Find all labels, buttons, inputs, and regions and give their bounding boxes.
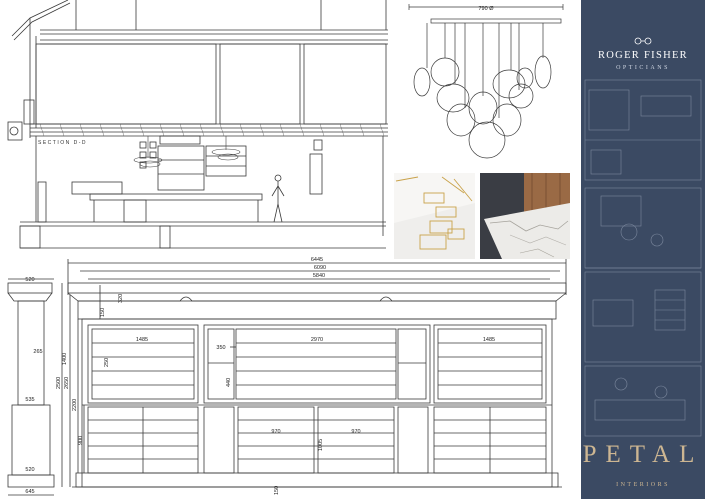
dim-height-2200: 2200 <box>72 399 78 411</box>
dim-height-250: 250 <box>104 358 110 367</box>
pendant-light-drawing: 790 Ø <box>393 0 577 168</box>
interiors-label: INTERIORS <box>616 482 670 488</box>
dim-height-2650: 2650 <box>64 377 70 389</box>
dim-height-150-bottom: 150 <box>274 486 280 495</box>
dim-bay-left: 1485 <box>136 337 148 343</box>
pendant-dimension: 790 Ø <box>479 6 495 12</box>
dim-535: 535 <box>25 397 34 403</box>
dim-645: 645 <box>25 489 34 495</box>
dim-overall-6445: 6445 <box>311 257 323 263</box>
dim-height-1005: 1005 <box>318 439 324 451</box>
glasses-icon <box>634 37 652 45</box>
brand-subtitle: OPTICIANS <box>616 65 670 71</box>
dim-265: 265 <box>33 349 42 355</box>
dim-height-2500: 2500 <box>56 377 62 389</box>
section-label: SECTION D-D <box>38 140 87 146</box>
dim-970-right: 970 <box>351 429 360 435</box>
brand-name: ROGER FISHER <box>598 50 688 61</box>
dim-520-bottom: 520 <box>25 467 34 473</box>
dim-520-top: 520 <box>25 277 34 283</box>
dim-height-150: 150 <box>100 308 106 317</box>
dim-970-left: 970 <box>271 429 280 435</box>
section-drawing: SECTION D-D <box>0 0 390 252</box>
elevation-svg: 6445 6090 5840 1485 2970 1485 350 520 26… <box>7 257 567 496</box>
dim-height-1400: 1400 <box>62 353 68 365</box>
dim-height-900: 900 <box>78 436 84 445</box>
section-drawing-svg: SECTION D-D <box>7 0 388 249</box>
pendant-svg: 790 Ø <box>408 4 564 159</box>
dim-overall-6090: 6090 <box>314 265 326 271</box>
dim-bay-center: 2970 <box>311 337 323 343</box>
marble-counter-photo <box>480 173 570 259</box>
dim-height-440: 440 <box>226 378 232 387</box>
display-cabinet-photo <box>394 173 475 259</box>
cabinet-elevation-drawing: 6445 6090 5840 1485 2970 1485 350 520 26… <box>0 255 578 499</box>
dim-350: 350 <box>216 345 225 351</box>
petal-logo: PETAL <box>582 441 704 468</box>
dim-bay-right: 1485 <box>483 337 495 343</box>
brand-panel: ROGER FISHER OPTICIANS PETAL INTERIORS <box>581 0 705 499</box>
floorplan-overlay <box>584 79 702 437</box>
dim-height-320: 320 <box>118 294 124 303</box>
dim-overall-5840: 5840 <box>313 273 325 279</box>
